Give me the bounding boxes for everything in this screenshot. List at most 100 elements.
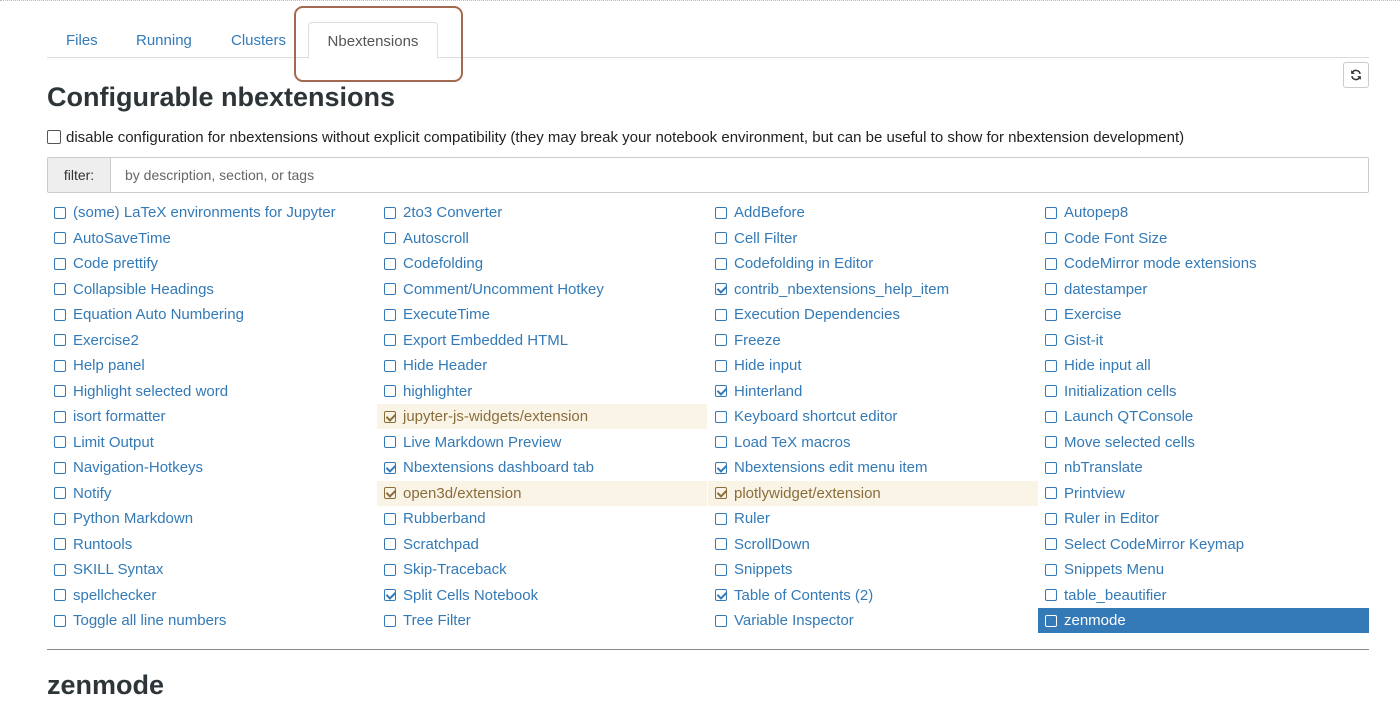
- checkbox-icon[interactable]: [1045, 589, 1057, 601]
- extension-item[interactable]: Ruler in Editor: [1038, 506, 1369, 531]
- checkbox-icon[interactable]: [54, 487, 66, 499]
- checked-checkbox-icon[interactable]: [384, 461, 396, 474]
- checkbox-icon[interactable]: [384, 436, 396, 448]
- checked-checkbox-icon[interactable]: [384, 410, 396, 423]
- checkbox-icon[interactable]: [715, 563, 727, 576]
- compat-option[interactable]: disable configuration for nbextensions w…: [47, 127, 1184, 147]
- checkbox-icon[interactable]: [1045, 206, 1057, 219]
- checkbox-icon[interactable]: [715, 359, 727, 372]
- checkbox-icon[interactable]: [1045, 563, 1057, 576]
- checkbox-icon[interactable]: [384, 206, 396, 219]
- extension-item[interactable]: Snippets Menu: [1038, 557, 1369, 582]
- checkbox-icon[interactable]: [384, 334, 396, 346]
- extension-item[interactable]: 2to3 Converter: [377, 200, 707, 225]
- checkbox-icon[interactable]: [715, 257, 727, 270]
- extension-item[interactable]: datestamper: [1038, 277, 1369, 302]
- extension-item[interactable]: ScrollDown: [708, 532, 1038, 557]
- extension-item[interactable]: Nbextensions edit menu item: [708, 455, 1038, 480]
- extension-item[interactable]: Python Markdown: [47, 506, 377, 531]
- checked-checkbox-icon[interactable]: [715, 461, 727, 474]
- extension-item[interactable]: Gist-it: [1038, 328, 1369, 353]
- checkbox-icon[interactable]: [715, 308, 727, 321]
- checkbox-icon[interactable]: [384, 232, 396, 244]
- extension-item[interactable]: Freeze: [708, 328, 1038, 353]
- filter-input[interactable]: [111, 158, 1368, 192]
- checkbox-icon[interactable]: [715, 232, 727, 244]
- extension-item[interactable]: Hide Header: [377, 353, 707, 378]
- checkbox-icon[interactable]: [1045, 512, 1057, 525]
- checkbox-icon[interactable]: [384, 257, 396, 270]
- checked-checkbox-icon[interactable]: [715, 385, 727, 397]
- extension-item[interactable]: Exercise2: [47, 328, 377, 353]
- checked-checkbox-icon[interactable]: [384, 487, 396, 499]
- checkbox-icon[interactable]: [54, 308, 66, 321]
- extension-item[interactable]: open3d/extension: [377, 480, 707, 506]
- checkbox-icon[interactable]: [54, 563, 66, 576]
- checked-checkbox-icon[interactable]: [715, 283, 727, 295]
- tab-running[interactable]: Running: [136, 22, 192, 58]
- extension-item[interactable]: Highlight selected word: [47, 379, 377, 404]
- extension-item[interactable]: Exercise: [1038, 302, 1369, 327]
- extension-item[interactable]: Launch QTConsole: [1038, 404, 1369, 429]
- extension-item[interactable]: CodeMirror mode extensions: [1038, 251, 1369, 276]
- checkbox-icon[interactable]: [54, 359, 66, 372]
- checkbox-icon[interactable]: [715, 614, 727, 627]
- tab-files[interactable]: Files: [66, 22, 98, 58]
- checkbox-icon[interactable]: [54, 538, 66, 550]
- extension-item[interactable]: Initialization cells: [1038, 379, 1369, 404]
- checkbox-icon[interactable]: [1045, 487, 1057, 499]
- extension-item[interactable]: Limit Output: [47, 430, 377, 455]
- checkbox-icon[interactable]: [54, 334, 66, 346]
- checkbox-icon[interactable]: [715, 206, 727, 219]
- extension-item[interactable]: Navigation-Hotkeys: [47, 455, 377, 480]
- extension-item[interactable]: spellchecker: [47, 583, 377, 608]
- extension-item[interactable]: Codefolding in Editor: [708, 251, 1038, 276]
- checkbox-icon[interactable]: [54, 614, 66, 627]
- extension-item[interactable]: (some) LaTeX environments for Jupyter: [47, 200, 377, 225]
- extension-item[interactable]: plotlywidget/extension: [708, 480, 1038, 506]
- checked-checkbox-icon[interactable]: [715, 487, 727, 499]
- extension-item[interactable]: SKILL Syntax: [47, 557, 377, 582]
- checkbox-icon[interactable]: [1045, 461, 1057, 474]
- checkbox-icon[interactable]: [1045, 385, 1057, 397]
- checkbox-icon[interactable]: [54, 436, 66, 448]
- extension-item[interactable]: Snippets: [708, 557, 1038, 582]
- extension-item[interactable]: Select CodeMirror Keymap: [1038, 532, 1369, 557]
- checkbox-icon[interactable]: [384, 283, 396, 295]
- checkbox-icon[interactable]: [54, 385, 66, 397]
- compat-checkbox[interactable]: [47, 130, 61, 144]
- extension-item[interactable]: AutoSaveTime: [47, 226, 377, 251]
- checkbox-icon[interactable]: [1045, 359, 1057, 372]
- extension-item[interactable]: Toggle all line numbers: [47, 608, 377, 633]
- extension-item[interactable]: Hinterland: [708, 379, 1038, 404]
- extension-item[interactable]: Notify: [47, 481, 377, 506]
- extension-item[interactable]: Collapsible Headings: [47, 277, 377, 302]
- extension-item[interactable]: Move selected cells: [1038, 430, 1369, 455]
- checkbox-icon[interactable]: [1045, 232, 1057, 244]
- extension-item[interactable]: Hide input all: [1038, 353, 1369, 378]
- checkbox-icon[interactable]: [54, 206, 66, 219]
- checkbox-icon[interactable]: [1045, 614, 1057, 627]
- checkbox-icon[interactable]: [54, 589, 66, 601]
- checkbox-icon[interactable]: [54, 257, 66, 270]
- extension-item[interactable]: ExecuteTime: [377, 302, 707, 327]
- extension-item[interactable]: Variable Inspector: [708, 608, 1038, 633]
- checkbox-icon[interactable]: [54, 232, 66, 244]
- checkbox-icon[interactable]: [1045, 334, 1057, 346]
- extension-item[interactable]: Autoscroll: [377, 226, 707, 251]
- extension-item[interactable]: Autopep8: [1038, 200, 1369, 225]
- checkbox-icon[interactable]: [384, 538, 396, 550]
- extension-item[interactable]: contrib_nbextensions_help_item: [708, 277, 1038, 302]
- checkbox-icon[interactable]: [715, 512, 727, 525]
- checkbox-icon[interactable]: [715, 436, 727, 448]
- extension-item[interactable]: nbTranslate: [1038, 455, 1369, 480]
- checkbox-icon[interactable]: [384, 512, 396, 525]
- extension-item[interactable]: Keyboard shortcut editor: [708, 404, 1038, 429]
- extension-item[interactable]: Help panel: [47, 353, 377, 378]
- checkbox-icon[interactable]: [384, 385, 396, 397]
- extension-item[interactable]: Code prettify: [47, 251, 377, 276]
- extension-item[interactable]: AddBefore: [708, 200, 1038, 225]
- checkbox-icon[interactable]: [1045, 436, 1057, 448]
- checkbox-icon[interactable]: [1045, 410, 1057, 423]
- checkbox-icon[interactable]: [1045, 257, 1057, 270]
